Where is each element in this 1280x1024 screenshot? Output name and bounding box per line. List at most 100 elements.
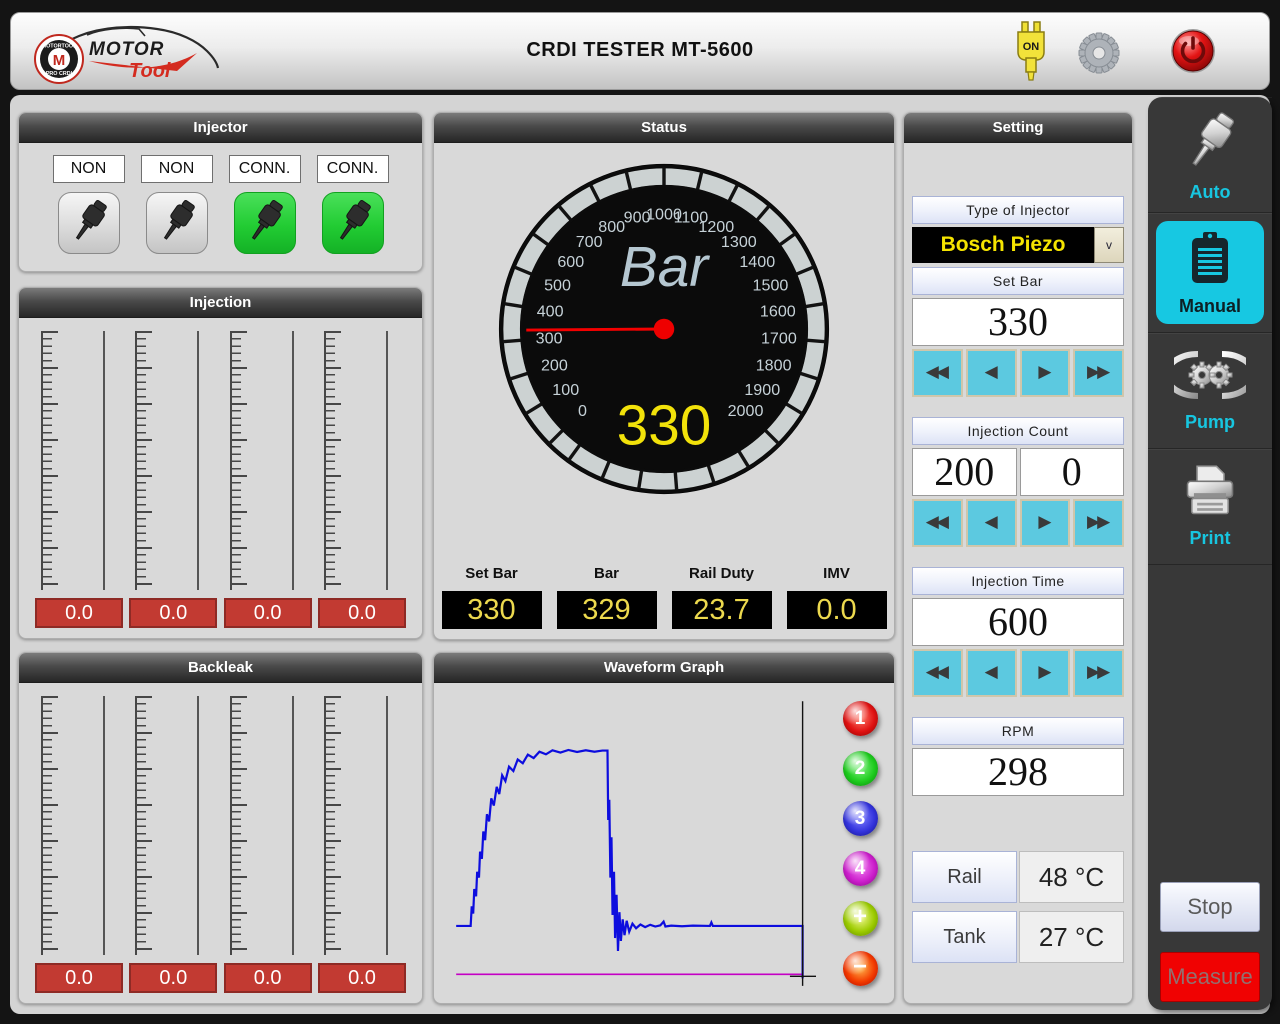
ruler-scale (230, 331, 246, 590)
channel-3-button[interactable]: 3 (843, 801, 878, 836)
sidebar-item-manual[interactable]: Manual (1148, 213, 1272, 333)
power-button[interactable] (1169, 27, 1217, 80)
sidebar-label-print: Print (1148, 528, 1272, 549)
manual-active-button[interactable]: Manual (1156, 221, 1264, 324)
backleak-value-1: 0.0 (35, 963, 123, 993)
pump-gears-icon (1174, 347, 1246, 403)
svg-text:400: 400 (537, 303, 564, 321)
set-bar-steppers: ◀◀ ◀ ▶ ▶▶ (912, 349, 1124, 397)
backleak-gauge-1: 0.0 (35, 683, 123, 1003)
injector-type-value[interactable]: Bosch Piezo (912, 227, 1094, 263)
sidebar-item-auto[interactable]: Auto (1148, 97, 1272, 213)
injection-time-fast-decrease-button[interactable]: ◀◀ (912, 649, 963, 697)
status-panel-title: Status (434, 113, 894, 143)
injection-time-value: 600 (912, 598, 1124, 646)
svg-text:1400: 1400 (739, 253, 775, 271)
status-readouts: Set Bar 330 Bar 329 Rail Duty 23.7 IMV 0… (434, 565, 894, 629)
injection-count-fast-increase-button[interactable]: ▶▶ (1073, 499, 1124, 547)
injector-channel-2: NON (141, 155, 213, 254)
svg-text:1600: 1600 (760, 303, 796, 321)
injection-value-4: 0.0 (318, 598, 406, 628)
injection-count-fast-decrease-button[interactable]: ◀◀ (912, 499, 963, 547)
set-bar-decrease-button[interactable]: ◀ (966, 349, 1017, 397)
backleak-gauge-3: 0.0 (224, 683, 312, 1003)
stop-button[interactable]: Stop (1160, 882, 1260, 932)
injection-time-fast-increase-button[interactable]: ▶▶ (1073, 649, 1124, 697)
injection-time-increase-button[interactable]: ▶ (1020, 649, 1071, 697)
injection-gauge-1: 0.0 (35, 318, 123, 638)
settings-gear-icon[interactable] (1077, 31, 1121, 80)
slider-track (386, 331, 388, 590)
waveform-panel-title: Waveform Graph (434, 653, 894, 683)
svg-text:1800: 1800 (756, 356, 792, 374)
injector-button-3[interactable] (234, 192, 296, 254)
app-window: M MOTORTOOL PRO CRDI MOTOR Tool CRDI TES… (0, 0, 1280, 1024)
sidebar: Auto Manual (1148, 97, 1272, 1010)
injection-count-current: 0 (1020, 448, 1125, 496)
injector-panel: Injector NON NON CONN. (18, 112, 423, 272)
ruler-scale (41, 696, 57, 955)
injector-icon (66, 233, 112, 248)
print-printer-icon (1180, 463, 1240, 519)
svg-text:1500: 1500 (753, 277, 789, 295)
ruler-scale (135, 331, 151, 590)
injector-status-3: CONN. (229, 155, 301, 183)
svg-text:100: 100 (552, 381, 579, 399)
injector-button-2[interactable] (146, 192, 208, 254)
svg-text:800: 800 (598, 218, 625, 236)
sidebar-item-print[interactable]: Print (1148, 449, 1272, 565)
slider-track (197, 696, 199, 955)
backleak-value-2: 0.0 (129, 963, 217, 993)
injector-channel-4: CONN. (317, 155, 389, 254)
readout-value-setbar: 330 (442, 591, 542, 629)
injection-time-decrease-button[interactable]: ◀ (966, 649, 1017, 697)
backleak-panel-title: Backleak (19, 653, 422, 683)
backleak-value-4: 0.0 (318, 963, 406, 993)
svg-text:200: 200 (541, 356, 568, 374)
slider-track (103, 331, 105, 590)
channel-2-button[interactable]: 2 (843, 751, 878, 786)
svg-text:500: 500 (544, 277, 571, 295)
badge-text-bottom: PRO CRDI (46, 71, 73, 77)
main-surface: Injector NON NON CONN. (10, 95, 1270, 1014)
slider-track (103, 696, 105, 955)
slider-track (292, 696, 294, 955)
ruler-scale (41, 331, 57, 590)
rpm-label: RPM (912, 717, 1124, 745)
slider-track (197, 331, 199, 590)
ruler-scale (324, 696, 340, 955)
channel-1-button[interactable]: 1 (843, 701, 878, 736)
readout-label-imv: IMV (779, 565, 894, 582)
rail-temperature-row: Rail 48 °C (912, 851, 1124, 903)
sidebar-item-pump[interactable]: Pump (1148, 333, 1272, 449)
slider-track (292, 331, 294, 590)
waveform-panel: Waveform Graph 1 2 3 4 + − (433, 652, 895, 1004)
set-bar-label: Set Bar (912, 267, 1124, 295)
tank-temperature-row: Tank 27 °C (912, 911, 1124, 963)
readout-value-imv: 0.0 (787, 591, 887, 629)
injection-time-steppers: ◀◀ ◀ ▶ ▶▶ (912, 649, 1124, 697)
zoom-in-button[interactable]: + (843, 901, 878, 936)
set-bar-fast-increase-button[interactable]: ▶▶ (1073, 349, 1124, 397)
svg-text:1300: 1300 (721, 233, 757, 251)
set-bar-increase-button[interactable]: ▶ (1020, 349, 1071, 397)
set-bar-fast-decrease-button[interactable]: ◀◀ (912, 349, 963, 397)
injector-channel-3: CONN. (229, 155, 301, 254)
measure-button[interactable]: Measure (1160, 952, 1260, 1002)
injection-time-label: Injection Time (912, 567, 1124, 595)
brand-word-script: Tool (129, 60, 171, 82)
injector-status-4: CONN. (317, 155, 389, 183)
channel-4-button[interactable]: 4 (843, 851, 878, 886)
readout-label-railduty: Rail Duty (664, 565, 779, 582)
injector-button-1[interactable] (58, 192, 120, 254)
dropdown-arrow-icon[interactable]: v (1094, 227, 1124, 263)
ruler-scale (324, 331, 340, 590)
injection-count-decrease-button[interactable]: ◀ (966, 499, 1017, 547)
injector-status-2: NON (141, 155, 213, 183)
zoom-out-button[interactable]: − (843, 951, 878, 986)
injector-button-4[interactable] (322, 192, 384, 254)
readout-label-setbar: Set Bar (434, 565, 549, 582)
injector-status-1: NON (53, 155, 125, 183)
injector-panel-title: Injector (19, 113, 422, 143)
injection-count-increase-button[interactable]: ▶ (1020, 499, 1071, 547)
